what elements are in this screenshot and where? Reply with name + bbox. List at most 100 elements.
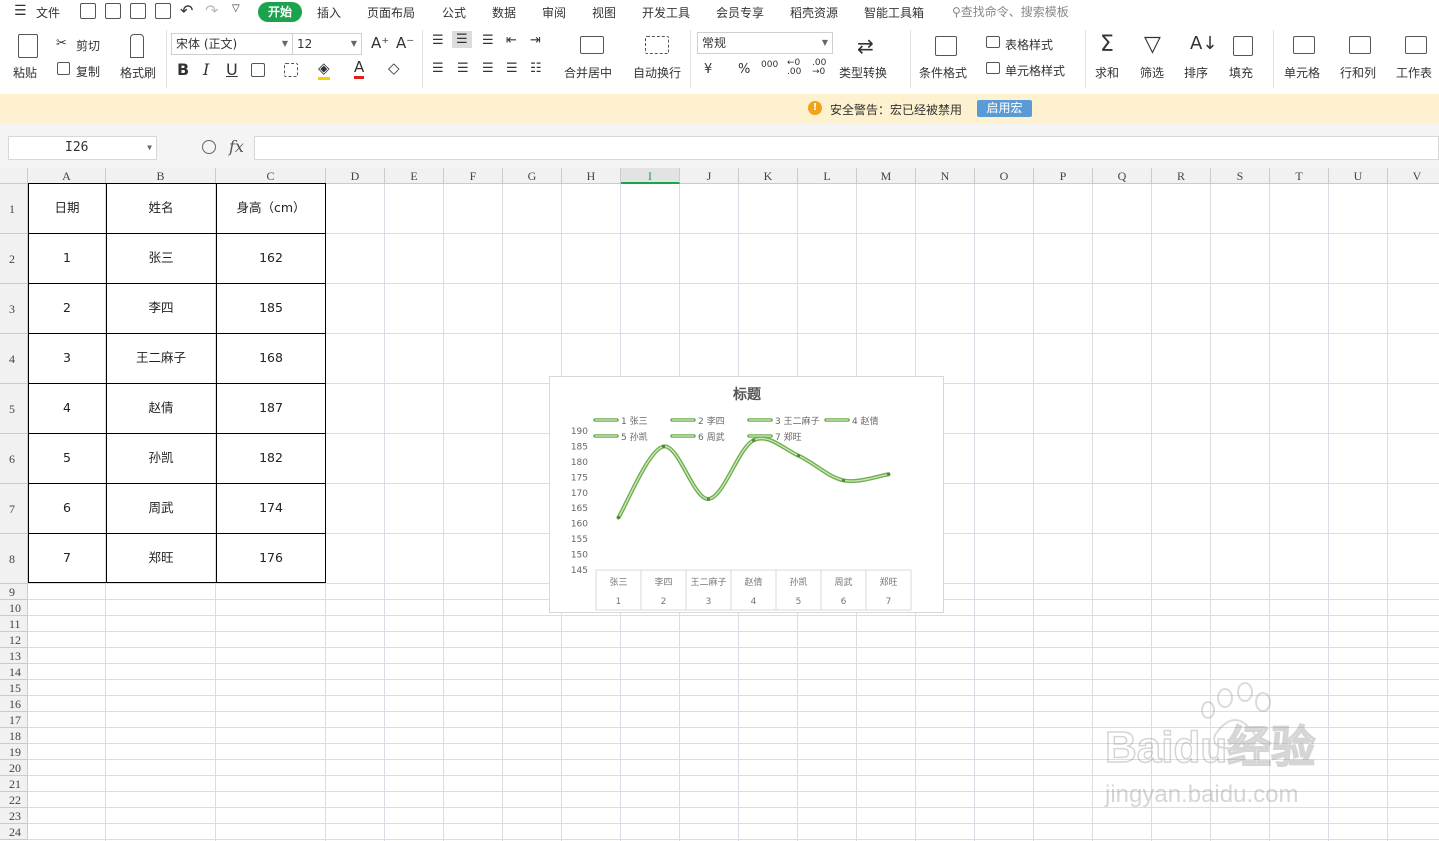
row-header-16[interactable]: 16 — [0, 696, 28, 712]
print-icon[interactable] — [130, 3, 146, 19]
print-preview-icon[interactable] — [155, 3, 171, 19]
row-header-17[interactable]: 17 — [0, 712, 28, 728]
table-cell-date[interactable]: 6 — [28, 483, 106, 533]
column-header-h[interactable]: H — [562, 168, 621, 184]
cells-button[interactable]: 单元格 — [1284, 64, 1320, 81]
table-cell-name[interactable]: 张三 — [106, 233, 216, 283]
filter-button[interactable]: 筛选 — [1140, 64, 1164, 81]
row-header-7[interactable]: 7 — [0, 484, 28, 534]
worksheet-icon[interactable] — [1405, 36, 1427, 54]
cells-icon[interactable] — [1293, 36, 1315, 54]
bold-icon[interactable]: B — [177, 60, 189, 79]
fill-icon[interactable] — [1233, 36, 1253, 56]
tab-page-layout[interactable]: 页面布局 — [367, 4, 415, 21]
sum-button[interactable]: 求和 — [1095, 64, 1119, 81]
table-cell-date[interactable]: 2 — [28, 283, 106, 333]
tab-developer[interactable]: 开发工具 — [642, 4, 690, 21]
row-header-14[interactable]: 14 — [0, 664, 28, 680]
column-header-u[interactable]: U — [1329, 168, 1388, 184]
column-header-r[interactable]: R — [1152, 168, 1211, 184]
tab-smart-tools[interactable]: 智能工具箱 — [864, 4, 924, 21]
fill-color-icon[interactable]: ◈ — [318, 59, 330, 80]
formula-input[interactable] — [254, 136, 1439, 160]
row-header-15[interactable]: 15 — [0, 680, 28, 696]
file-menu[interactable]: 文件 — [36, 4, 60, 21]
row-header-20[interactable]: 20 — [0, 760, 28, 776]
merge-center-button[interactable]: 合并居中 — [564, 64, 612, 81]
row-header-9[interactable]: 9 — [0, 584, 28, 600]
font-size-select[interactable]: 12 ▼ — [292, 33, 362, 55]
row-header-24[interactable]: 24 — [0, 824, 28, 840]
name-box[interactable]: I26 ▼ — [8, 136, 157, 160]
row-header-21[interactable]: 21 — [0, 776, 28, 792]
table-cell-height[interactable]: 168 — [216, 333, 326, 383]
worksheet-button[interactable]: 工作表 — [1396, 64, 1432, 81]
align-left-icon[interactable]: ☰ — [432, 61, 444, 76]
table-cell-date[interactable]: 3 — [28, 333, 106, 383]
redo-icon[interactable]: ↷ — [205, 1, 218, 20]
column-header-o[interactable]: O — [975, 168, 1034, 184]
align-center-icon[interactable]: ☰ — [457, 61, 469, 76]
cell-style-button[interactable]: 单元格样式 — [1005, 62, 1065, 79]
scissors-icon[interactable]: ✂ — [56, 36, 67, 51]
table-cell-name[interactable]: 王二麻子 — [106, 333, 216, 383]
underline-icon[interactable]: U — [226, 60, 238, 79]
zoom-formula-icon[interactable] — [202, 140, 216, 154]
merge-center-icon[interactable] — [580, 36, 604, 54]
paste-icon[interactable] — [18, 34, 38, 58]
column-header-v[interactable]: V — [1388, 168, 1439, 184]
sum-icon[interactable]: Σ — [1100, 32, 1114, 57]
column-header-e[interactable]: E — [385, 168, 444, 184]
filter-icon[interactable]: ▽ — [1144, 32, 1161, 57]
table-cell-date[interactable]: 5 — [28, 433, 106, 483]
column-header-a[interactable]: A — [28, 168, 106, 184]
copy-icon[interactable] — [57, 62, 70, 75]
export-pdf-icon[interactable] — [105, 3, 121, 19]
column-header-q[interactable]: Q — [1093, 168, 1152, 184]
column-header-l[interactable]: L — [798, 168, 857, 184]
rows-cols-button[interactable]: 行和列 — [1340, 64, 1376, 81]
decrease-decimal-icon[interactable]: .00 →0 — [812, 59, 826, 77]
currency-button[interactable]: ¥ — [704, 62, 712, 77]
tab-member[interactable]: 会员专享 — [716, 4, 764, 21]
column-header-j[interactable]: J — [680, 168, 739, 184]
clear-format-icon[interactable]: ◇ — [388, 59, 400, 77]
table-header-date[interactable]: 日期 — [28, 183, 106, 233]
column-header-d[interactable]: D — [326, 168, 385, 184]
tab-home[interactable]: 开始 — [258, 2, 302, 22]
tab-insert[interactable]: 插入 — [317, 4, 341, 21]
table-style-icon[interactable] — [986, 36, 1000, 48]
row-header-6[interactable]: 6 — [0, 434, 28, 484]
column-header-c[interactable]: C — [216, 168, 326, 184]
table-cell-name[interactable]: 李四 — [106, 283, 216, 333]
row-header-5[interactable]: 5 — [0, 384, 28, 434]
decrease-font-icon[interactable]: A⁻ — [396, 34, 414, 52]
column-header-p[interactable]: P — [1034, 168, 1093, 184]
tab-docer[interactable]: 稻壳资源 — [790, 4, 838, 21]
wrap-text-button[interactable]: 自动换行 — [633, 64, 681, 81]
table-cell-name[interactable]: 孙凯 — [106, 433, 216, 483]
select-all-corner[interactable] — [0, 168, 28, 184]
borders-icon[interactable] — [251, 63, 265, 77]
tab-view[interactable]: 视图 — [592, 4, 616, 21]
table-cell-name[interactable]: 郑旺 — [106, 533, 216, 583]
table-cell-height[interactable]: 174 — [216, 483, 326, 533]
enable-macros-button[interactable]: 启用宏 — [977, 100, 1032, 117]
table-header-name[interactable]: 姓名 — [106, 183, 216, 233]
increase-font-icon[interactable]: A⁺ — [371, 34, 389, 52]
undo-icon[interactable]: ↶ — [180, 1, 193, 20]
row-header-18[interactable]: 18 — [0, 728, 28, 744]
sort-button[interactable]: 排序 — [1184, 64, 1208, 81]
column-header-g[interactable]: G — [503, 168, 562, 184]
line-chart[interactable]: 标题 1 张三 2 李四 3 王二麻子 4 赵倩 5 孙凯 6 周武 7 郑旺 190 185 18… — [549, 376, 944, 613]
italic-icon[interactable]: I — [203, 60, 209, 79]
row-header-1[interactable]: 1 — [0, 184, 28, 234]
thousands-button[interactable]: 000 — [761, 60, 778, 70]
percent-button[interactable]: % — [738, 62, 750, 77]
column-header-t[interactable]: T — [1270, 168, 1329, 184]
align-top-icon[interactable]: ☰ — [432, 33, 444, 48]
column-header-k[interactable]: K — [739, 168, 798, 184]
copy-button[interactable]: 复制 — [76, 63, 100, 80]
column-header-b[interactable]: B — [106, 168, 216, 184]
column-header-n[interactable]: N — [916, 168, 975, 184]
